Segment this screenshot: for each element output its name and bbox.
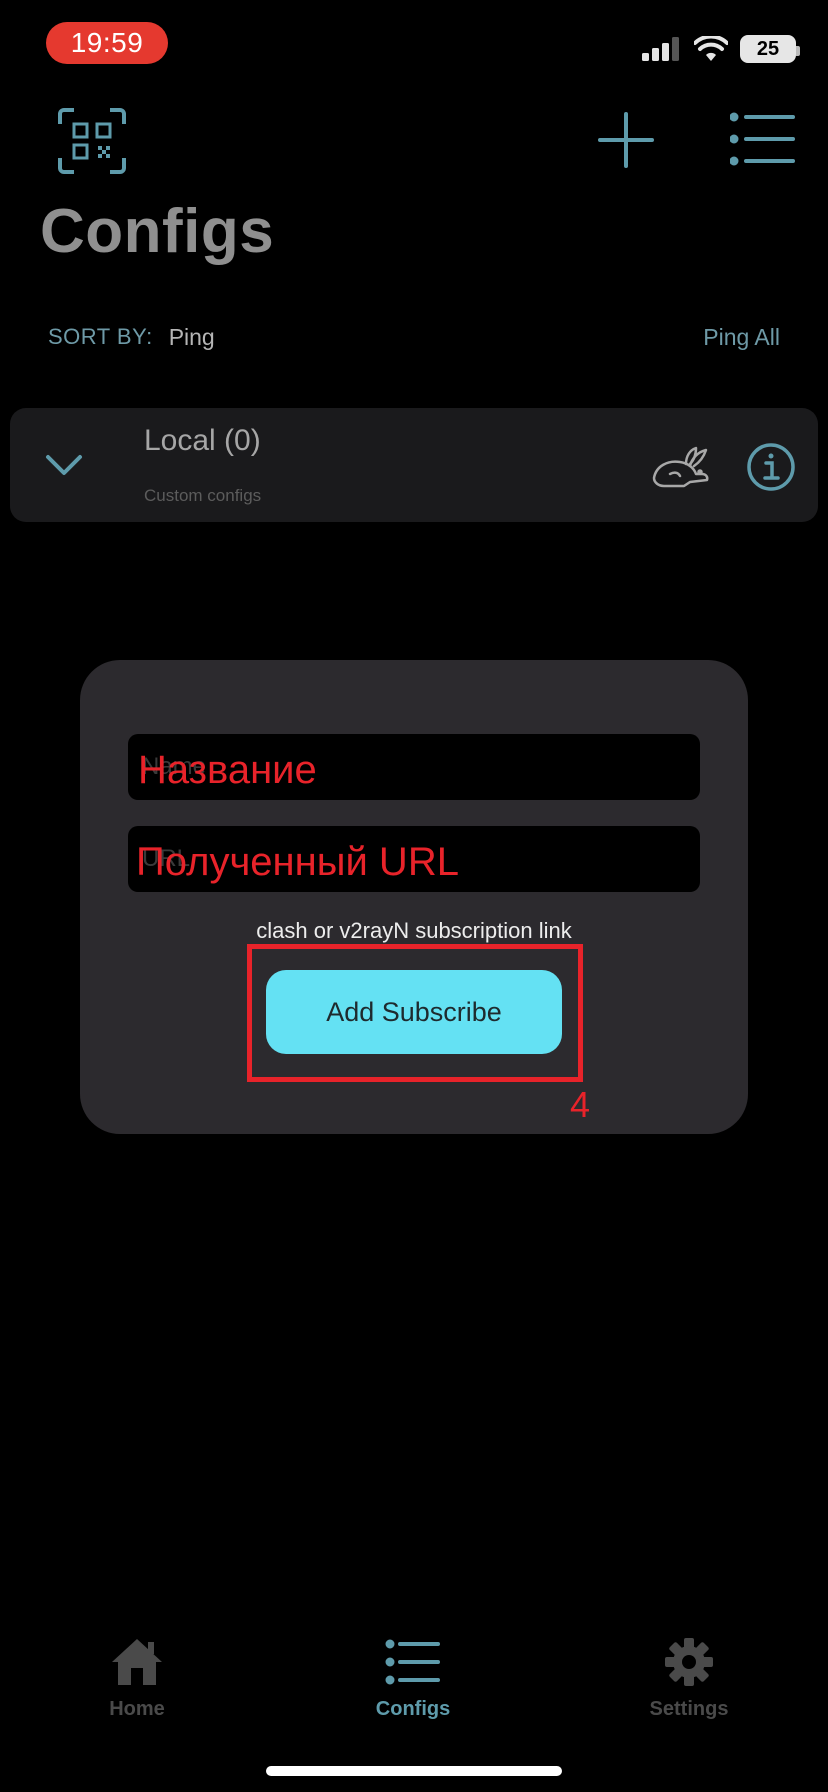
qr-scan-button[interactable] <box>58 108 126 174</box>
cellular-signal-icon <box>642 37 679 61</box>
qr-scan-icon <box>58 108 126 174</box>
status-icons: 25 <box>642 32 800 66</box>
status-time: 19:59 <box>46 22 168 64</box>
sort-by-value[interactable]: Ping <box>169 324 215 351</box>
group-name: Local (0) <box>144 424 261 457</box>
annotation-step-number: 4 <box>570 1084 591 1125</box>
tab-configs-label: Configs <box>375 1698 451 1720</box>
wifi-icon <box>694 36 728 61</box>
menu-list-button[interactable] <box>729 112 796 166</box>
plus-icon <box>598 112 654 168</box>
config-group-local[interactable]: Local (0) Custom configs <box>10 408 818 522</box>
subscription-hint: clash or v2rayN subscription link <box>256 918 572 943</box>
sort-by-label: SORT BY: <box>48 324 153 349</box>
annotation-url-label: Полученный URL <box>136 840 459 884</box>
tab-settings-label: Settings <box>649 1698 729 1720</box>
tab-home-label: Home <box>109 1698 165 1720</box>
battery-icon: 25 <box>740 35 800 63</box>
add-config-button[interactable] <box>598 112 654 168</box>
ping-all-button[interactable]: Ping All <box>703 324 780 351</box>
group-subtitle: Custom configs <box>144 486 262 505</box>
gear-icon <box>665 1638 713 1686</box>
tab-settings[interactable]: Settings <box>609 1636 769 1721</box>
list-icon <box>729 112 795 166</box>
list-icon <box>385 1639 440 1685</box>
home-indicator <box>266 1766 562 1776</box>
rabbit-icon[interactable] <box>650 444 712 488</box>
tab-home[interactable]: Home <box>57 1636 217 1721</box>
annotation-name-label: Название <box>138 748 317 792</box>
home-icon <box>112 1639 162 1685</box>
page-title: Configs <box>40 197 275 266</box>
info-icon[interactable] <box>746 442 796 492</box>
annotation-highlight-box <box>247 944 583 1082</box>
chevron-down-icon[interactable] <box>44 452 84 478</box>
sort-row: SORT BY: Ping Ping All <box>48 322 780 352</box>
tab-configs[interactable]: Configs <box>333 1636 493 1721</box>
